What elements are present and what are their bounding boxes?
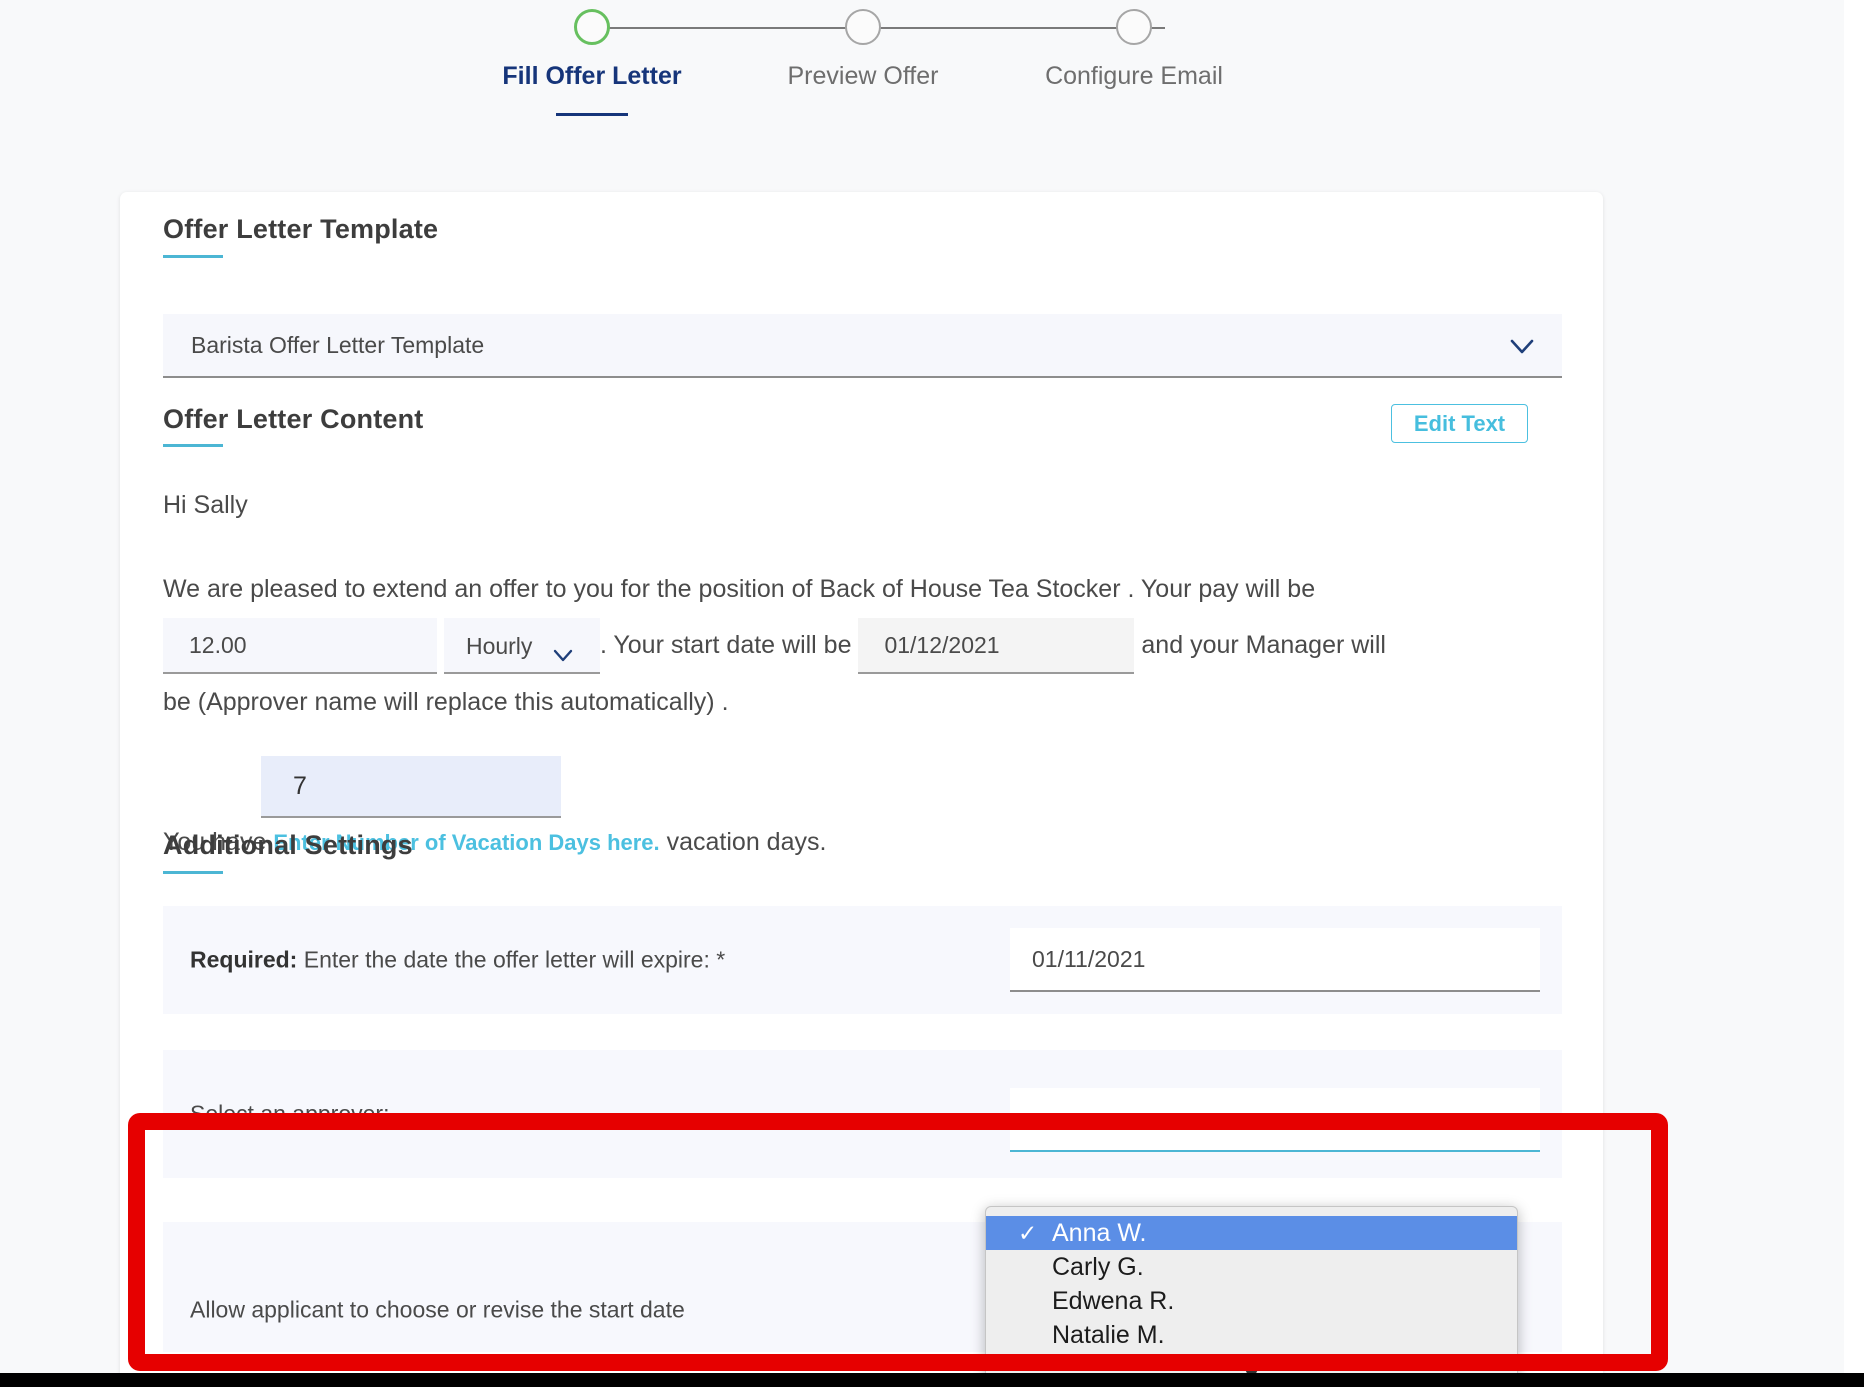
offer-letter-body: Hi Sally We are pleased to extend an off…: [163, 477, 1563, 867]
offer-letter-template-select[interactable]: Barista Offer Letter Template: [163, 314, 1562, 378]
vacation-suffix-text: vacation days.: [666, 827, 827, 856]
offer-expiry-date-input[interactable]: [1010, 928, 1540, 992]
dropdown-option-label: Natalie M.: [1052, 1321, 1165, 1349]
step-label-configure-email[interactable]: Configure Email: [1045, 62, 1223, 91]
additional-settings-heading: Additional Settings: [163, 830, 413, 860]
allow-revise-start-date-label: Allow applicant to choose or revise the …: [190, 1296, 685, 1323]
vacation-input-row: [163, 754, 1563, 818]
chevron-down-icon: [550, 632, 576, 688]
check-icon: ✓: [1018, 1220, 1038, 1246]
offer-expiry-required-tag: Required:: [190, 946, 298, 973]
offer-expiry-label-text: Enter the date the offer letter will exp…: [297, 946, 726, 973]
letter-spacer: [163, 533, 1563, 561]
letter-text-after-start-date: and your Manager will: [1141, 631, 1386, 659]
offer-expiry-row: Required: Enter the date the offer lette…: [163, 906, 1562, 1014]
select-approver-label: Select an approver:: [190, 1100, 390, 1127]
offer-expiry-label: Required: Enter the date the offer lette…: [190, 947, 725, 974]
screenshot-bottom-bar: [0, 1373, 1864, 1387]
dropdown-option-edwena-r[interactable]: Edwena R.: [986, 1284, 1517, 1318]
chevron-down-icon: [1506, 330, 1538, 367]
step-label-preview-offer[interactable]: Preview Offer: [788, 62, 939, 91]
offer-letter-template-value: Barista Offer Letter Template: [191, 331, 485, 358]
letter-paragraph-2-row: Hourly . Your start date will be and you…: [163, 617, 1563, 675]
active-step-underline: [556, 113, 628, 116]
pay-amount-input[interactable]: [163, 618, 437, 675]
start-date-input[interactable]: [858, 618, 1135, 675]
letter-paragraph-1: We are pleased to extend an offer to you…: [163, 575, 1316, 603]
offer-letter-content-heading: Offer Letter Content: [163, 404, 424, 434]
step-circle-fill-offer-letter[interactable]: [574, 9, 610, 45]
offer-letter-content-rule: [163, 444, 223, 447]
dropdown-option-anna-w[interactable]: ✓ Anna W.: [986, 1216, 1517, 1250]
pay-unit-select[interactable]: Hourly: [443, 618, 600, 675]
offer-letter-template-rule: [163, 255, 223, 258]
dropdown-option-label: Edwena R.: [1052, 1287, 1175, 1315]
step-circle-preview-offer[interactable]: [845, 9, 881, 45]
letter-paragraph-3: be (Approver name will replace this auto…: [163, 688, 729, 717]
pay-unit-value: Hourly: [465, 633, 533, 660]
select-approver-row: Select an approver:: [163, 1050, 1562, 1178]
dropdown-option-carly-g[interactable]: Carly G.: [986, 1250, 1517, 1284]
letter-spacer-2: [163, 730, 1563, 754]
vacation-days-input[interactable]: [261, 755, 561, 818]
dropdown-option-natalie-m[interactable]: Natalie M.: [986, 1318, 1517, 1352]
offer-letter-card: Offer Letter Template Barista Offer Lett…: [120, 192, 1603, 1382]
letter-greeting: Hi Sally: [163, 491, 248, 519]
step-circle-configure-email[interactable]: [1116, 9, 1152, 45]
step-label-fill-offer-letter[interactable]: Fill Offer Letter: [502, 62, 681, 91]
approver-select[interactable]: [1010, 1088, 1540, 1152]
approver-dropdown-popup[interactable]: ✓ Anna W. Carly G. Edwena R. Natalie M. …: [985, 1206, 1518, 1387]
letter-text-after-pay: . Your start date will be: [599, 631, 852, 659]
dropdown-option-label: Carly G.: [1052, 1253, 1144, 1281]
progress-stepper: Fill Offer Letter Preview Offer Configur…: [0, 0, 1864, 160]
page-root: Fill Offer Letter Preview Offer Configur…: [0, 0, 1864, 1387]
page-right-gutter: [1844, 0, 1864, 1387]
edit-text-button[interactable]: Edit Text: [1391, 404, 1528, 443]
additional-settings-rule: [163, 871, 223, 874]
offer-letter-template-heading: Offer Letter Template: [163, 214, 439, 244]
dropdown-option-label: Anna W.: [1052, 1219, 1147, 1247]
